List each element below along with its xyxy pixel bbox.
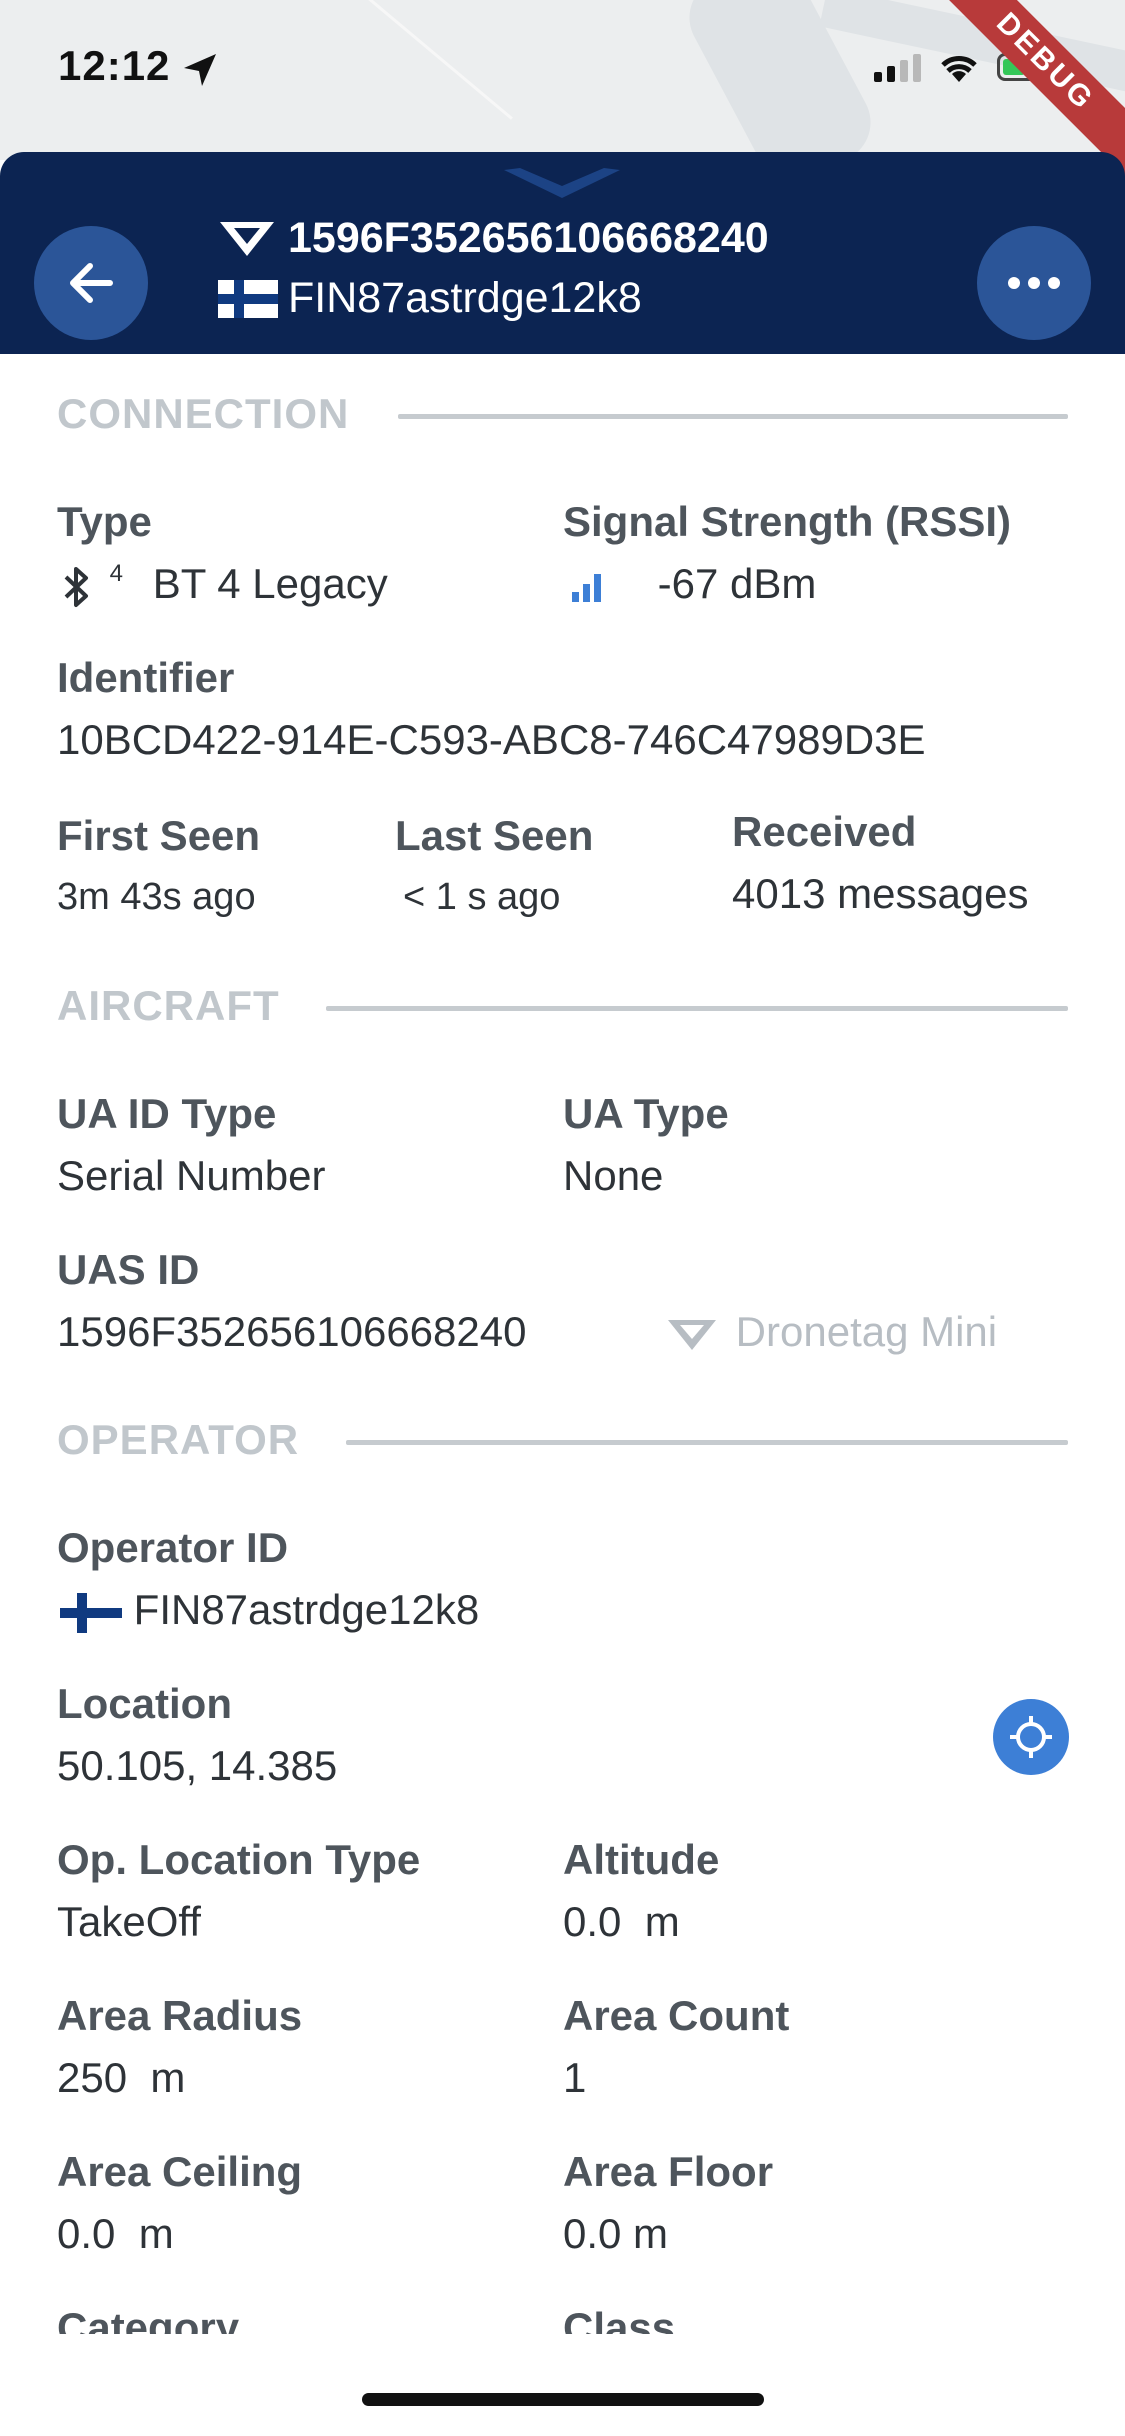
identifier-label: Identifier: [57, 654, 235, 701]
operator-id-row: FIN87astrdge12k8: [60, 1586, 479, 1634]
section-divider: [346, 1440, 1068, 1445]
finland-flag-icon: [218, 279, 278, 318]
op-location-type-label: Op. Location Type: [57, 1836, 421, 1883]
wifi-icon: [941, 56, 977, 82]
more-horizontal-icon: [1008, 277, 1060, 289]
area-radius-label: Area Radius: [57, 1992, 303, 2039]
ua-type-label: UA Type: [563, 1090, 729, 1137]
area-ceiling-label: Area Ceiling: [57, 2148, 303, 2195]
header-subtitle: FIN87astrdge12k8: [288, 274, 642, 322]
first-seen-value: 3m 43s ago: [57, 876, 256, 918]
operator-id-value: FIN87astrdge12k8: [133, 1586, 480, 1633]
type-value: BT 4 Legacy: [152, 560, 388, 607]
drone-model: Dronetag Mini: [735, 1308, 998, 1355]
drone-model-row: Dronetag Mini: [666, 1308, 997, 1356]
rssi-label: Signal Strength (RSSI): [563, 498, 1012, 545]
section-title-connection: CONNECTION: [57, 390, 350, 437]
last-seen-label: Last Seen: [395, 812, 594, 859]
uas-id-value: 1596F352656106668240: [57, 1308, 527, 1355]
detail-header: 1596F352656106668240 FIN87astrdge12k8: [0, 152, 1125, 354]
location-arrow-icon: [184, 54, 216, 86]
location-value: 50.105, 14.385: [57, 1742, 338, 1789]
last-seen-value: < 1 s ago: [403, 876, 561, 918]
rssi-value: -67 dBm: [657, 560, 817, 607]
section-divider: [398, 414, 1068, 419]
section-divider: [326, 1006, 1068, 1011]
ua-id-type-label: UA ID Type: [57, 1090, 277, 1137]
dronetag-logo-icon: [220, 221, 274, 256]
area-radius-value: 250 m: [57, 2054, 186, 2101]
bluetooth-version: 4: [109, 560, 124, 587]
finland-flag-icon: [60, 1592, 122, 1633]
status-time: 12:12: [58, 42, 171, 89]
dronetag-logo-icon: [668, 1319, 716, 1350]
type-value-row: 4 BT 4 Legacy: [62, 560, 388, 608]
category-label: Category: [57, 2304, 240, 2334]
area-floor-label: Area Floor: [563, 2148, 774, 2195]
signal-bars-icon: [572, 573, 601, 602]
ua-type-value: None: [563, 1152, 664, 1199]
area-count-label: Area Count: [563, 1992, 790, 2039]
detail-content[interactable]: CONNECTION Type 4 BT 4 Legacy Signal Str…: [0, 354, 1125, 2334]
rssi-value-row: -67 dBm: [570, 560, 816, 608]
ua-id-type-value: Serial Number: [57, 1152, 326, 1199]
section-title-operator: OPERATOR: [57, 1416, 300, 1463]
area-ceiling-value: 0.0 m: [57, 2210, 174, 2257]
op-location-type-value: TakeOff: [57, 1898, 201, 1945]
section-title-aircraft: AIRCRAFT: [57, 982, 280, 1029]
cellular-signal-icon: [874, 52, 921, 82]
received-value: 4013 messages: [732, 870, 1029, 917]
locate-operator-button[interactable]: [993, 1699, 1069, 1775]
uas-id-label: UAS ID: [57, 1246, 200, 1293]
first-seen-label: First Seen: [57, 812, 261, 859]
status-bar: 12:12 DEBUG: [0, 0, 1125, 186]
type-label: Type: [57, 498, 152, 545]
identifier-value: 10BCD422-914E-C593-ABC8-746C47989D3E: [57, 716, 926, 763]
back-button[interactable]: [34, 226, 148, 340]
home-indicator[interactable]: [362, 2393, 764, 2406]
altitude-value: 0.0 m: [563, 1898, 680, 1945]
header-title: 1596F352656106668240: [288, 214, 769, 262]
bluetooth-icon: [64, 566, 88, 607]
class-label: Class: [563, 2304, 676, 2334]
received-label: Received: [732, 808, 917, 855]
crosshair-icon: [1010, 1716, 1052, 1758]
operator-id-label: Operator ID: [57, 1524, 289, 1571]
more-options-button[interactable]: [977, 226, 1091, 340]
arrow-left-icon: [70, 263, 113, 303]
altitude-label: Altitude: [563, 1836, 720, 1883]
area-count-value: 1: [563, 2054, 587, 2101]
chevron-down-icon[interactable]: [500, 164, 624, 204]
area-floor-value: 0.0 m: [563, 2210, 669, 2257]
location-label: Location: [57, 1680, 232, 1727]
